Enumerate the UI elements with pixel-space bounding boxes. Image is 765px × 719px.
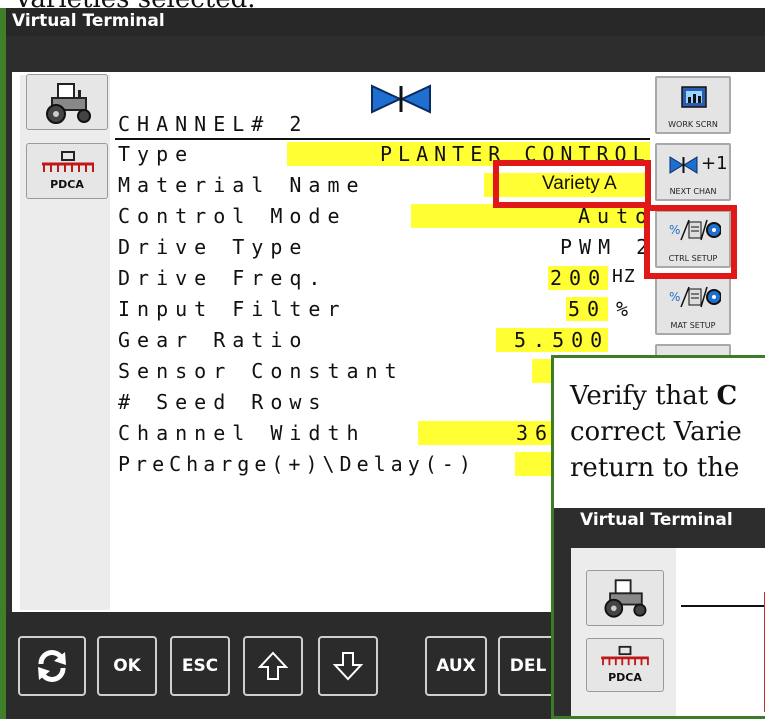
aux-button[interactable]: AUX (425, 636, 487, 696)
field-label-channel-width: Channel Width (118, 421, 366, 445)
planter-icon (42, 151, 94, 172)
down-button[interactable] (318, 636, 378, 696)
window-title: Virtual Terminal (12, 11, 165, 31)
mini-terminal: Virtual Terminal PDCA (554, 508, 765, 716)
field-label-precharge: PreCharge(+)\Delay(-) (118, 452, 476, 476)
pdca-label: PDCA (50, 178, 84, 191)
svg-text:%: % (669, 290, 680, 304)
callout-line-1-plain: Verify that (570, 381, 717, 411)
field-value-gear-ratio[interactable]: 5.500 (514, 328, 609, 352)
mini-window-title: Virtual Terminal (580, 510, 733, 530)
callout-line-2: correct Varie (570, 417, 742, 447)
field-label-material: Material Name (118, 173, 366, 197)
field-label-gear-ratio: Gear Ratio (118, 328, 309, 352)
esc-button[interactable]: ESC (170, 636, 230, 696)
up-button[interactable] (243, 636, 303, 696)
field-value-drive-freq[interactable]: 200 (550, 266, 607, 290)
material-callout (493, 160, 651, 208)
arrow-up-icon (258, 651, 288, 680)
callout-line-1-bold: C (716, 381, 738, 411)
refresh-button[interactable] (18, 636, 86, 696)
header-divider (115, 138, 650, 140)
instruction-callout: Verify that C correct Varie return to th… (551, 355, 765, 719)
callout-line-3: return to the (570, 453, 740, 483)
tractor-icon (604, 579, 647, 618)
field-value-drive-type[interactable]: PWM 2 (560, 235, 655, 259)
next-channel-button[interactable]: +1 NEXT CHAN (655, 143, 731, 201)
mini-pdca-label: PDCA (608, 671, 642, 684)
field-unit-input-filter: % (616, 297, 636, 321)
work-screen-label: WORK SCRN (668, 120, 718, 129)
next-channel-label: NEXT CHAN (669, 187, 717, 196)
field-label-drive-type: Drive Type (118, 235, 309, 259)
field-label-mode: Control Mode (118, 204, 347, 228)
work-screen-icon (681, 86, 707, 108)
work-screen-button[interactable]: WORK SCRN (655, 76, 731, 134)
arrow-down-icon (333, 652, 363, 681)
title-bar: Virtual Terminal (6, 8, 765, 36)
ok-button[interactable]: OK (97, 636, 157, 696)
next-channel-badge: +1 (701, 153, 728, 174)
pdca-button[interactable]: PDCA (26, 143, 108, 199)
mini-divider (681, 605, 765, 607)
field-label-seed-rows: # Seed Rows (118, 390, 328, 414)
field-value-channel-width[interactable]: 36 (516, 421, 554, 445)
field-value-input-filter[interactable]: 50 (568, 297, 606, 321)
callout-text: Verify that C correct Varie return to th… (570, 378, 742, 486)
refresh-icon (38, 650, 66, 682)
tractor-button[interactable] (26, 74, 108, 130)
ctrl-setup-callout (644, 205, 737, 279)
callout-line-1: Verify that C (570, 378, 742, 414)
next-channel-icon (669, 156, 698, 174)
channel-valve-icon (371, 84, 431, 114)
field-label-type: Type (118, 142, 195, 166)
tractor-icon (46, 83, 91, 124)
mat-setup-button[interactable]: % MAT SETUP (655, 277, 731, 335)
channel-title: CHANNEL# 2 (118, 112, 309, 136)
mat-setup-label: MAT SETUP (670, 321, 716, 330)
del-button[interactable]: DEL (498, 636, 558, 696)
mini-tractor-button[interactable] (586, 570, 664, 626)
material-setup-icon: % (669, 286, 721, 308)
field-label-sensor-constant: Sensor Constant (118, 359, 404, 383)
field-unit-drive-freq: HZ (612, 266, 636, 287)
mini-pdca-button[interactable]: PDCA (586, 638, 664, 692)
planter-icon (601, 645, 649, 666)
field-label-input-filter: Input Filter (118, 297, 347, 321)
field-label-drive-freq: Drive Freq. (118, 266, 328, 290)
